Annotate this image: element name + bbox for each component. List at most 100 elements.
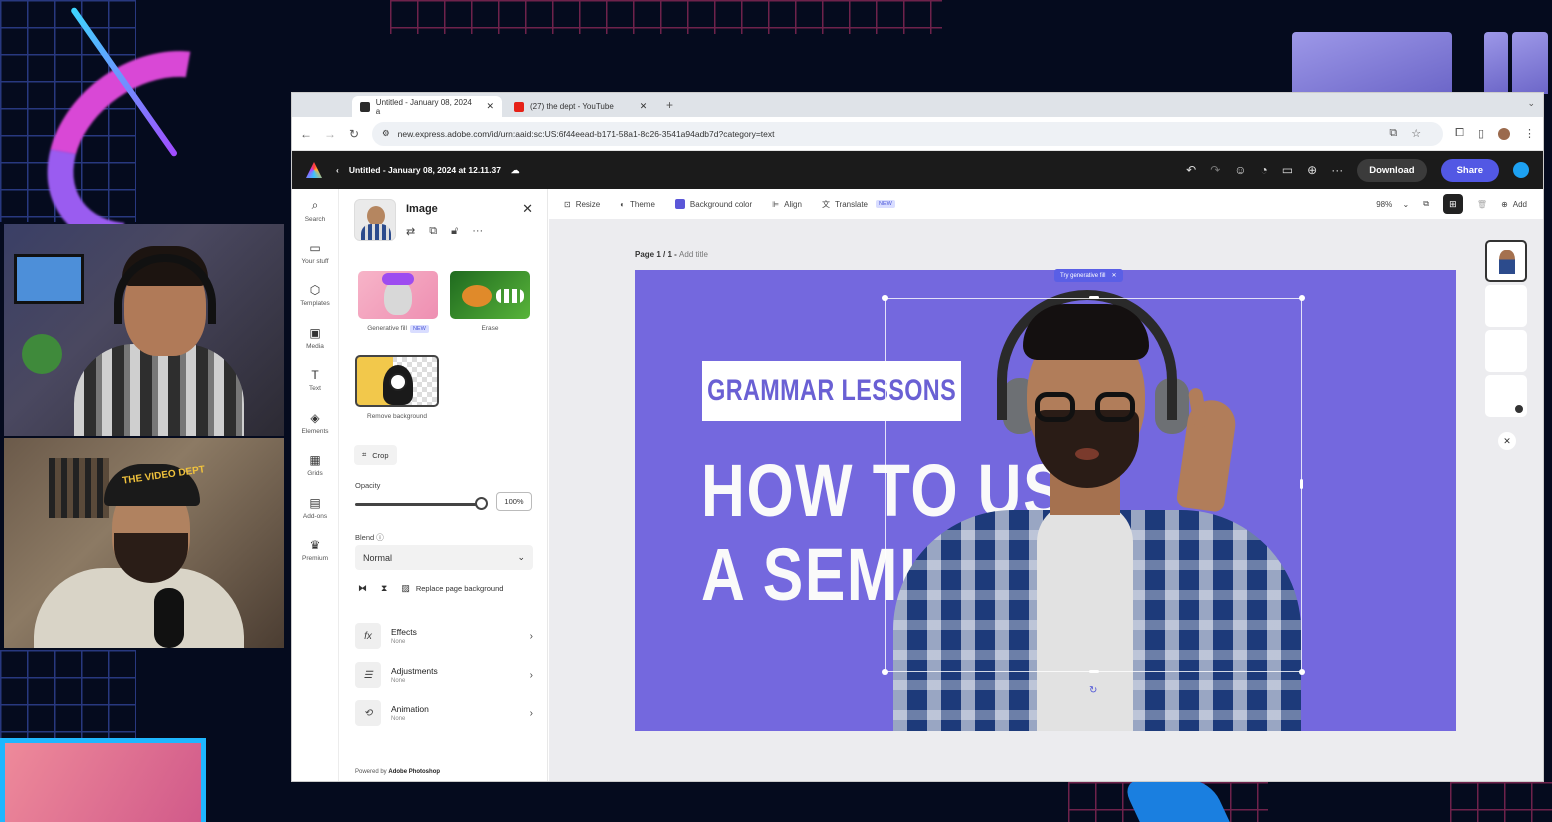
lightbulb-icon[interactable]: ◔ [1261, 163, 1268, 177]
resize-handle[interactable] [1089, 670, 1099, 673]
bookmark-star-icon[interactable]: ☆ [1411, 127, 1421, 140]
rail-item-grids[interactable]: ▦ Grids [292, 444, 338, 487]
menu-dots-icon[interactable]: ⋮ [1524, 127, 1535, 140]
rotate-handle-icon[interactable]: ↻ [1089, 685, 1097, 696]
redo-icon[interactable]: ↷ [1210, 163, 1220, 177]
animation-icon: ⟲ [355, 700, 381, 726]
close-icon[interactable]: ✕ [486, 101, 494, 112]
share-button[interactable]: Share [1440, 158, 1499, 182]
new-tab-button[interactable]: + [666, 98, 673, 112]
youtube-favicon-icon [514, 101, 524, 112]
replace-page-background-button[interactable]: Replace page background [416, 584, 504, 593]
rail-item-elements[interactable]: ◈ Elements [292, 402, 338, 445]
extensions-icon[interactable]: ⧠ [1455, 127, 1464, 140]
rail-item-premium[interactable]: ♛ Premium [292, 529, 338, 572]
share-link-icon[interactable]: ⊕ [1307, 163, 1317, 177]
resize-handle[interactable] [1089, 296, 1099, 299]
animation-row[interactable]: ⟲ Animation None › [355, 699, 533, 727]
user-avatar[interactable] [1513, 162, 1529, 178]
page-thumbnail-4[interactable] [1485, 375, 1527, 417]
grid-view-icon[interactable]: ⊞ [1442, 194, 1463, 214]
comment-icon[interactable]: ▭ [1282, 163, 1293, 177]
copy-icon[interactable]: ⧉ [1423, 199, 1429, 209]
resize-handle[interactable] [1299, 669, 1305, 675]
resize-handle[interactable] [1300, 479, 1303, 489]
resize-handle[interactable] [882, 295, 888, 301]
zoom-select[interactable]: 98% ⌄ [1376, 200, 1409, 209]
tab-express[interactable]: Untitled - January 08, 2024 a ✕ [352, 96, 502, 117]
resize-button[interactable]: ⊡ Resize [564, 200, 600, 209]
chevron-down-icon[interactable]: ⌄ [1527, 98, 1535, 109]
rail-item-search[interactable]: ⌕ Search [292, 189, 338, 232]
selection-box[interactable] [885, 298, 1302, 672]
replace-background-icon[interactable]: ▨ [401, 583, 410, 594]
blend-mode-select[interactable]: Normal ⌄ [355, 545, 533, 570]
adobe-express-logo-icon[interactable] [306, 162, 322, 178]
download-button[interactable]: Download [1357, 158, 1427, 182]
profile-avatar[interactable] [1498, 127, 1510, 140]
close-icon[interactable]: ✕ [1111, 272, 1116, 279]
resize-handle[interactable] [882, 669, 888, 675]
opacity-slider[interactable] [355, 503, 485, 506]
background-color-button[interactable]: Background color [674, 199, 753, 209]
replace-icon[interactable]: ⇄ [406, 225, 415, 238]
rail-item-label: Text [309, 385, 321, 393]
lock-icon[interactable]: 🔓︎ [451, 225, 458, 238]
page-thumbnail-3[interactable] [1485, 330, 1527, 372]
invite-user-icon[interactable]: ☺ [1234, 163, 1246, 177]
opacity-input[interactable]: 100% [496, 492, 532, 511]
page-thumbnail-1[interactable] [1485, 240, 1527, 282]
rail-item-add-ons[interactable]: ▤ Add-ons [292, 487, 338, 530]
theme-button[interactable]: ◐ Theme [620, 200, 655, 209]
more-icon[interactable]: ··· [1331, 163, 1343, 177]
rail-item-templates[interactable]: ⬡ Templates [292, 274, 338, 317]
add-page-button[interactable]: ⊕ Add [1501, 200, 1527, 209]
undo-icon[interactable]: ↶ [1186, 163, 1196, 177]
shelf-image [49, 458, 109, 518]
close-icon[interactable]: ✕ [640, 101, 648, 112]
selected-image-thumbnail [354, 199, 396, 241]
page-label: Page 1 / 1 - Add title [635, 250, 708, 259]
more-options-icon[interactable]: ··· [472, 225, 483, 238]
doc-title-text[interactable]: Untitled - January 08, 2024 at 12.11.37 [349, 165, 501, 175]
try-generative-fill-pill[interactable]: Try generative fill ✕ [1054, 269, 1123, 282]
resize-handle[interactable] [1299, 295, 1305, 301]
align-button[interactable]: ⊫ Align [772, 200, 802, 209]
translate-button[interactable]: 文 Translate NEW [822, 199, 895, 210]
trash-icon[interactable]: 🗑︎ [1477, 200, 1487, 209]
close-icon[interactable]: ✕ [522, 201, 533, 217]
rail-item-your-stuff[interactable]: ▭ Your stuff [292, 232, 338, 275]
background-color-label: Background color [689, 199, 753, 209]
effects-row[interactable]: fx Effects None › [355, 622, 533, 650]
duplicate-icon[interactable]: ⧉ [429, 225, 437, 238]
page-thumbnail-2[interactable] [1485, 285, 1527, 327]
cast-icon[interactable]: ⧉ [1389, 127, 1397, 140]
sidepanel-icon[interactable]: ▯ [1478, 127, 1484, 140]
site-settings-icon[interactable]: ⚙ [382, 128, 390, 139]
remove-background-card[interactable]: Remove background [355, 355, 439, 420]
chevron-left-icon[interactable]: ‹ [336, 165, 339, 175]
add-title-link[interactable]: Add title [679, 250, 708, 259]
crop-button[interactable]: ⌗ Crop [354, 445, 397, 465]
flip-vertical-icon[interactable]: ⧗ [381, 583, 387, 594]
app-header: ‹ Untitled - January 08, 2024 at 12.11.3… [292, 151, 1543, 189]
reload-icon[interactable]: ↻ [348, 127, 360, 141]
flip-horizontal-icon[interactable]: ⧓ [358, 583, 367, 594]
opacity-slider-handle[interactable] [475, 497, 488, 510]
generative-fill-label: Generative fill [367, 325, 407, 332]
url-field[interactable]: ⚙ new.express.adobe.com/id/urn:aaid:sc:U… [372, 121, 1444, 146]
tab-youtube[interactable]: (27) the dept - YouTube ✕ [506, 96, 656, 117]
crop-label: Crop [372, 450, 389, 460]
back-icon[interactable]: ← [300, 127, 312, 141]
grids-icon: ▦ [309, 453, 321, 468]
rail-item-media[interactable]: ▣ Media [292, 317, 338, 360]
generative-fill-card[interactable]: Generative fill NEW [358, 271, 438, 333]
forward-icon[interactable]: → [324, 127, 336, 141]
panel-header: Image ⇄ ⧉ 🔓︎ ··· [354, 199, 483, 241]
adjustments-row[interactable]: ☰ Adjustments None › [355, 661, 533, 689]
erase-card[interactable]: Erase [450, 271, 530, 332]
info-icon[interactable]: ⓘ [376, 533, 384, 542]
rail-item-text[interactable]: T Text [292, 359, 338, 402]
close-icon[interactable]: ✕ [1498, 432, 1516, 450]
adjustments-label: Adjustments [391, 666, 438, 676]
